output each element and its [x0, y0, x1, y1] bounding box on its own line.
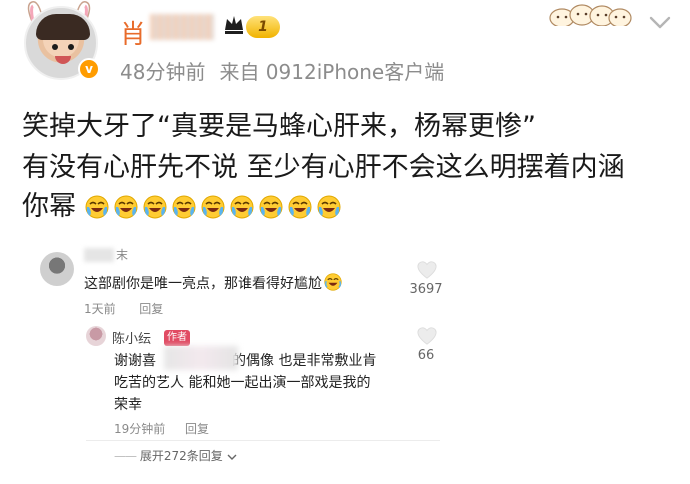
post-text-line-3: 你幂 — [22, 184, 346, 223]
crying-laughing-emoji — [85, 195, 109, 219]
post-text-line: 笑掉大牙了“真要是马蜂心肝来，杨幂更惨” — [22, 111, 536, 142]
reply-button[interactable]: 回复 — [139, 302, 163, 316]
crying-laughing-emoji — [201, 195, 225, 219]
dash-decoration: —— — [114, 449, 137, 463]
author-name[interactable]: 陈小纭 — [112, 328, 151, 347]
crying-laughing-emoji — [259, 195, 283, 219]
crying-laughing-emoji — [288, 195, 312, 219]
reply-button[interactable]: 回复 — [185, 422, 209, 436]
decoration-icon — [549, 4, 632, 26]
crying-laughing-emoji — [172, 195, 196, 219]
commenter-name[interactable]: 末 — [116, 246, 128, 263]
blurred-text — [164, 346, 238, 370]
crown-icon — [225, 16, 243, 34]
crying-laughing-emoji — [230, 195, 254, 219]
username[interactable]: 肖 — [120, 14, 147, 51]
expand-replies-button[interactable]: —— 展开272条回复 — [114, 447, 237, 464]
crying-laughing-emoji — [317, 195, 341, 219]
comment-meta: 1天前 回复 — [84, 300, 163, 317]
author-avatar[interactable] — [86, 326, 106, 346]
crying-laughing-emoji — [143, 195, 167, 219]
chevron-down-icon — [227, 454, 237, 460]
post-meta: 48分钟前 来自 0912iPhone客户端 — [120, 56, 444, 85]
crying-laughing-emoji — [324, 273, 342, 291]
post-source: 来自 0912iPhone客户端 — [219, 60, 445, 84]
reply-meta: 19分钟前 回复 — [114, 420, 209, 437]
commenter-avatar[interactable] — [40, 252, 74, 286]
blurred-commenter-name — [84, 248, 114, 262]
like-count: 3697 — [409, 282, 443, 297]
post-text-line: 你幂 — [22, 191, 76, 222]
reply-text-line: 荣幸 — [114, 397, 142, 413]
verified-badge-icon: v — [78, 58, 100, 80]
comment-time: 1天前 — [84, 302, 116, 316]
reply-like-count: 66 — [417, 348, 435, 363]
reply-time: 19分钟前 — [114, 422, 166, 436]
author-tag: 作者 — [164, 330, 190, 346]
post-text-line: 有没有心肝先不说 至少有心肝不会这么明摆着内涵 — [22, 152, 625, 183]
emoji-row — [85, 191, 346, 222]
level-badge: 1 — [246, 16, 280, 38]
chevron-down-icon[interactable] — [648, 14, 672, 32]
blurred-username — [150, 14, 214, 40]
reply-text-line: 吃苦的艺人 能和她一起出演一部戏是我的 — [114, 375, 371, 391]
comment-text: 这部剧你是唯一亮点，那谁看得好尴尬 — [84, 270, 347, 293]
crying-laughing-emoji — [114, 195, 138, 219]
heart-outline-icon[interactable] — [416, 326, 438, 346]
post-time: 48分钟前 — [120, 60, 206, 84]
divider — [86, 440, 440, 441]
reply-text-line: 谢谢喜 的偶像 也是非常敷业肯 — [114, 353, 377, 369]
heart-outline-icon[interactable] — [416, 260, 438, 280]
